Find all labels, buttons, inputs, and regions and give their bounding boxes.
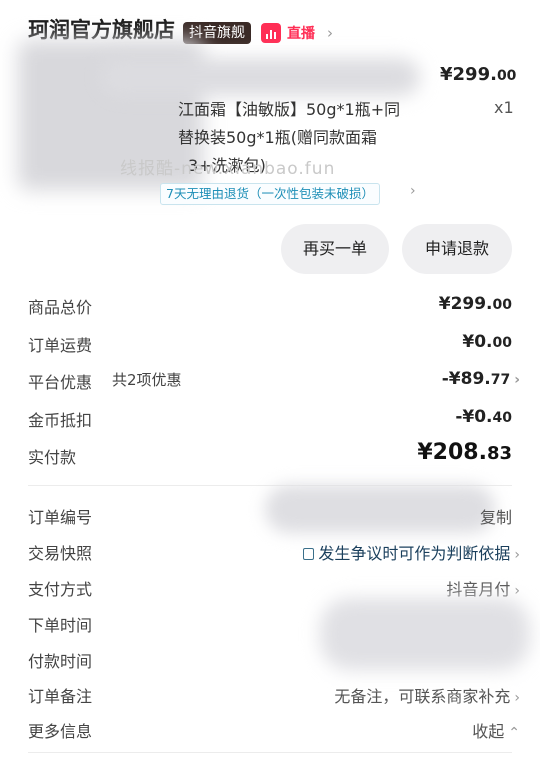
- payment-method-value[interactable]: 抖音月付 ›: [446, 576, 520, 600]
- chevron-right-icon: ›: [410, 183, 416, 199]
- product-title-line: 替换装50g*1瓶(赠同款面霜: [178, 128, 377, 147]
- masked-times: [320, 598, 530, 670]
- order-time-label: 下单时间: [28, 616, 93, 635]
- goods-total-label: 商品总价: [28, 298, 93, 317]
- live-label: 直播: [287, 26, 315, 42]
- divider: [28, 752, 512, 753]
- shipping-value: ¥0.00: [462, 332, 512, 352]
- shipping-label: 订单运费: [28, 336, 93, 355]
- discount-count: 共2项优惠: [112, 371, 182, 389]
- watermark: 线报酷-new.xianbao.fun: [120, 159, 336, 179]
- product-quantity: x1: [494, 98, 514, 117]
- chevron-right-icon: ›: [514, 690, 520, 706]
- platform-discount-value[interactable]: -¥89.77 ›: [442, 369, 520, 389]
- snapshot-link[interactable]: 发生争议时可作为判断依据 ›: [303, 540, 520, 564]
- live-entry[interactable]: 直播 ›: [261, 22, 333, 44]
- coin-deduct-label: 金币抵扣: [28, 411, 93, 430]
- snapshot-label: 交易快照: [28, 544, 93, 563]
- coin-deduct-value: -¥0.40: [455, 407, 512, 427]
- pay-time-label: 付款时间: [28, 652, 93, 671]
- remark-value[interactable]: 无备注，可联系商家补充 ›: [334, 683, 520, 707]
- snapshot-icon: [303, 548, 315, 560]
- masked-order-number: [265, 485, 495, 533]
- chevron-right-icon: ›: [514, 583, 520, 599]
- chevron-up-icon: ⌃: [508, 725, 520, 741]
- live-icon: [261, 23, 281, 43]
- copy-button[interactable]: 复制: [480, 504, 512, 528]
- platform-discount-label: 平台优惠: [28, 373, 93, 392]
- product-price: ¥299.00: [440, 64, 517, 85]
- order-number-label: 订单编号: [28, 508, 93, 527]
- payment-method-label: 支付方式: [28, 580, 93, 599]
- more-info-label: 更多信息: [28, 722, 93, 741]
- return-policy-tag[interactable]: 7天无理由退货（一次性包装未破损）: [160, 183, 380, 205]
- goods-total-value: ¥299.00: [438, 294, 512, 314]
- remark-label: 订单备注: [28, 687, 93, 706]
- chevron-right-icon: ›: [514, 547, 520, 563]
- refund-button[interactable]: 申请退款: [402, 224, 512, 274]
- product-title-line: 江面霜【油敏版】50g*1瓶+同: [178, 100, 401, 119]
- paid-label: 实付款: [28, 448, 77, 467]
- chevron-right-icon: ›: [514, 372, 520, 388]
- masked-title: [100, 58, 420, 96]
- paid-value: ¥208.83: [417, 440, 512, 465]
- chevron-right-icon: ›: [327, 24, 333, 42]
- collapse-toggle[interactable]: 收起 ⌃: [472, 718, 520, 742]
- rebuy-button[interactable]: 再买一单: [281, 224, 389, 274]
